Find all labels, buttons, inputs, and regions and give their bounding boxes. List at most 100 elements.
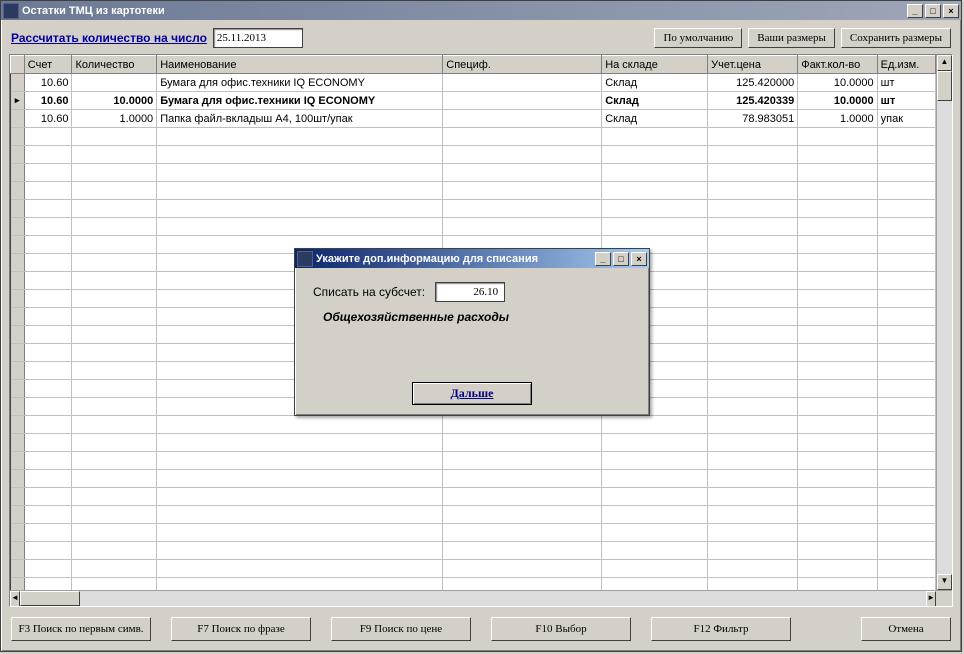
cell[interactable] (877, 524, 935, 542)
cell[interactable] (24, 398, 72, 416)
header-price[interactable]: Учет.цена (708, 56, 798, 74)
cell[interactable] (72, 416, 157, 434)
cell[interactable] (157, 560, 443, 578)
cell[interactable]: Бумага для офис.техники IQ ECONOMY (157, 74, 443, 92)
cell[interactable] (24, 326, 72, 344)
cell[interactable] (708, 254, 798, 272)
cell[interactable] (24, 578, 72, 591)
cell[interactable] (24, 128, 72, 146)
cell[interactable] (72, 254, 157, 272)
cell[interactable] (157, 218, 443, 236)
default-button[interactable]: По умолчанию (654, 28, 742, 48)
cell[interactable] (602, 128, 708, 146)
cell[interactable] (72, 200, 157, 218)
cell[interactable] (798, 362, 877, 380)
cell[interactable] (798, 290, 877, 308)
cell[interactable] (798, 470, 877, 488)
cell[interactable] (24, 380, 72, 398)
table-row[interactable]: 10.601.0000Папка файл-вкладыш А4, 100шт/… (11, 110, 936, 128)
table-row[interactable] (11, 578, 936, 591)
cell[interactable] (708, 560, 798, 578)
table-row[interactable] (11, 128, 936, 146)
cell[interactable] (157, 452, 443, 470)
cell[interactable] (708, 344, 798, 362)
cell[interactable] (602, 560, 708, 578)
cell[interactable] (798, 182, 877, 200)
cell[interactable] (708, 200, 798, 218)
cell[interactable] (602, 524, 708, 542)
cell[interactable] (72, 434, 157, 452)
main-titlebar[interactable]: Остатки ТМЦ из картотеки _ □ × (1, 1, 961, 20)
cell[interactable] (24, 164, 72, 182)
cell[interactable] (443, 416, 602, 434)
cell[interactable] (24, 182, 72, 200)
cell[interactable] (443, 488, 602, 506)
table-row[interactable] (11, 470, 936, 488)
cell[interactable] (72, 542, 157, 560)
cell[interactable] (72, 182, 157, 200)
cell[interactable] (798, 452, 877, 470)
cell[interactable] (72, 506, 157, 524)
dialog-minimize-button[interactable]: _ (595, 252, 611, 266)
cell[interactable] (798, 434, 877, 452)
cell[interactable] (72, 470, 157, 488)
cell[interactable] (877, 308, 935, 326)
cell[interactable] (72, 488, 157, 506)
cell[interactable] (708, 362, 798, 380)
dialog-titlebar[interactable]: Укажите доп.информацию для списания _ □ … (295, 249, 649, 268)
cell[interactable] (708, 272, 798, 290)
cell[interactable] (443, 506, 602, 524)
cell[interactable] (602, 452, 708, 470)
table-row[interactable] (11, 416, 936, 434)
cell[interactable] (602, 542, 708, 560)
cell[interactable] (798, 560, 877, 578)
cell[interactable]: Склад (602, 110, 708, 128)
scroll-down-button[interactable]: ▼ (937, 574, 952, 590)
scroll-up-button[interactable]: ▲ (937, 55, 952, 71)
cell[interactable]: упак (877, 110, 935, 128)
cell[interactable] (443, 128, 602, 146)
scroll-left-button[interactable]: ◄ (10, 591, 20, 607)
cell[interactable] (708, 218, 798, 236)
f3-search-start-button[interactable]: F3 Поиск по первым симв. (11, 617, 151, 641)
cell[interactable] (798, 416, 877, 434)
cell[interactable] (798, 146, 877, 164)
cell[interactable] (24, 308, 72, 326)
cell[interactable] (443, 74, 602, 92)
cell[interactable] (24, 452, 72, 470)
scroll-track-horizontal[interactable] (20, 591, 926, 606)
cell[interactable] (708, 290, 798, 308)
cell[interactable] (72, 452, 157, 470)
table-row[interactable] (11, 452, 936, 470)
cell[interactable] (708, 434, 798, 452)
cell[interactable] (798, 218, 877, 236)
cell[interactable] (157, 164, 443, 182)
cell[interactable] (877, 218, 935, 236)
cell[interactable] (157, 524, 443, 542)
cell[interactable] (877, 488, 935, 506)
cell[interactable] (877, 560, 935, 578)
cell[interactable]: 10.60 (24, 92, 72, 110)
cell[interactable] (798, 308, 877, 326)
cell[interactable] (798, 578, 877, 591)
cancel-button[interactable]: Отмена (861, 617, 951, 641)
cell[interactable] (157, 470, 443, 488)
cell[interactable] (24, 470, 72, 488)
cell[interactable] (877, 290, 935, 308)
cell[interactable] (443, 92, 602, 110)
cell[interactable] (24, 146, 72, 164)
cell[interactable] (877, 128, 935, 146)
cell[interactable] (24, 488, 72, 506)
cell[interactable] (708, 416, 798, 434)
your-sizes-button[interactable]: Ваши размеры (748, 28, 835, 48)
cell[interactable] (877, 542, 935, 560)
cell[interactable] (157, 578, 443, 591)
cell[interactable] (24, 416, 72, 434)
header-account[interactable]: Счет (24, 56, 72, 74)
cell[interactable] (708, 326, 798, 344)
table-row[interactable] (11, 560, 936, 578)
dialog-close-button[interactable]: × (631, 252, 647, 266)
cell[interactable] (602, 578, 708, 591)
horizontal-scrollbar[interactable]: ◄ ► (10, 590, 952, 606)
cell[interactable] (877, 272, 935, 290)
